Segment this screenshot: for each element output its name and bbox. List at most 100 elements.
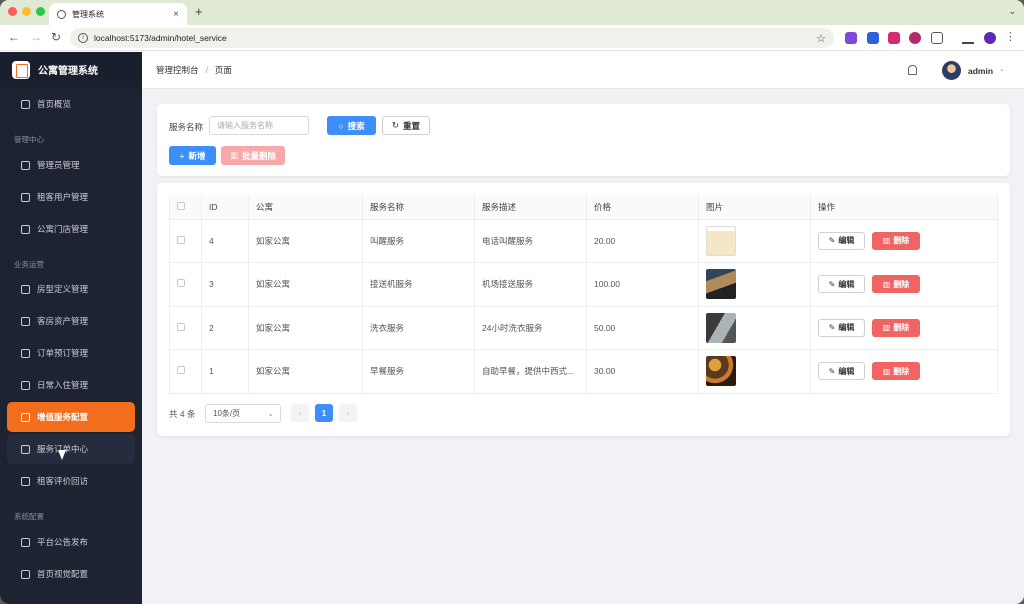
breadcrumb-current: 页面 xyxy=(214,65,232,75)
row-checkbox-cell[interactable] xyxy=(169,306,202,350)
profile-avatar[interactable] xyxy=(984,32,996,44)
site-info-icon[interactable]: i xyxy=(78,33,88,43)
group-admin-center: 管理中心 xyxy=(14,135,44,144)
page-header: 管理控制台 / 页面 admin ⌄ xyxy=(142,52,1024,89)
extension-user-icon[interactable] xyxy=(909,32,921,44)
close-window-button[interactable] xyxy=(8,7,17,16)
sidebar-item-room-type[interactable]: 房型定义管理 xyxy=(7,274,135,304)
bookmark-star-icon[interactable]: ☆ xyxy=(816,32,826,45)
extensions-puzzle-icon[interactable] xyxy=(931,32,943,44)
edit-icon: ✎ xyxy=(828,366,836,376)
row-checkbox[interactable] xyxy=(177,366,185,375)
close-tab-icon[interactable]: × xyxy=(173,9,179,20)
edit-icon: ✎ xyxy=(828,279,836,289)
reset-button[interactable]: ↻ 重置 xyxy=(382,116,430,135)
cell-image xyxy=(698,306,811,350)
notification-bell-icon[interactable] xyxy=(908,65,917,75)
row-checkbox-cell[interactable] xyxy=(169,349,202,394)
row-checkbox[interactable] xyxy=(177,235,185,244)
edit-button[interactable]: ✎ 编辑 xyxy=(818,318,865,337)
maximize-window-button[interactable] xyxy=(36,7,45,16)
col-description: 服务描述 xyxy=(474,195,587,220)
cell-id: 2 xyxy=(201,306,249,350)
table-row: 3 如家公寓 接送机服务 机场接送服务 100.00 ✎ 编辑 ▥ 删除 xyxy=(169,262,998,307)
downloads-icon[interactable] xyxy=(962,32,974,44)
group-business: 业务运营 xyxy=(14,260,44,269)
sidebar-item-checkin[interactable]: 日常入住管理 xyxy=(7,370,135,400)
prev-page-button[interactable]: ‹ xyxy=(291,404,309,422)
home-icon xyxy=(21,99,30,109)
sidebar-item-value-service[interactable]: 增值服务配置 xyxy=(7,402,135,432)
extension-download-icon[interactable] xyxy=(888,32,900,44)
search-button[interactable]: ○ 搜索 xyxy=(327,116,376,135)
username[interactable]: admin xyxy=(968,66,993,76)
add-button[interactable]: + 新增 xyxy=(169,146,216,165)
row-checkbox[interactable] xyxy=(177,279,185,288)
sidebar-item-order-booking[interactable]: 订单预订管理 xyxy=(7,338,135,368)
back-icon[interactable]: ← xyxy=(8,30,20,44)
extension-scissors-icon[interactable] xyxy=(845,32,857,44)
cell-image xyxy=(698,349,811,394)
service-thumbnail[interactable] xyxy=(706,225,736,256)
service-name-label: 服务名称 xyxy=(169,122,204,132)
cell-service-name: 早餐服务 xyxy=(362,349,475,394)
page-size-select[interactable]: 10条/页 ⌄ xyxy=(205,404,281,423)
service-thumbnail[interactable] xyxy=(706,312,736,343)
col-service-name: 服务名称 xyxy=(362,195,475,220)
chevron-down-icon[interactable]: ⌄ xyxy=(999,65,1005,73)
cell-apartment: 如家公寓 xyxy=(248,306,363,350)
chevron-down-icon[interactable]: ⌄ xyxy=(1008,6,1016,17)
cell-id: 1 xyxy=(201,349,249,394)
row-checkbox[interactable] xyxy=(177,322,185,331)
reload-icon[interactable]: ↻ xyxy=(51,30,61,44)
browser-menu-icon[interactable]: ⋮ xyxy=(1005,30,1016,44)
edit-button[interactable]: ✎ 编辑 xyxy=(818,231,865,250)
select-all-checkbox[interactable] xyxy=(177,201,185,210)
breadcrumb-root[interactable]: 管理控制台 xyxy=(156,64,199,76)
sidebar-item-home[interactable]: 首页概览 xyxy=(7,89,135,119)
document-icon xyxy=(21,284,30,294)
service-thumbnail[interactable] xyxy=(706,356,736,387)
sidebar: 公寓管理系统 首页概览 管理中心 管理员管理 租客用户管理 公寓门店管理 业务运… xyxy=(0,52,142,604)
user-avatar[interactable] xyxy=(942,61,961,80)
forward-icon[interactable]: → xyxy=(30,30,42,44)
sidebar-item-home-visual[interactable]: 首页视觉配置 xyxy=(7,559,135,589)
cell-description: 电话叫醒服务 xyxy=(474,219,587,263)
address-bar[interactable]: i localhost:5173/admin/hotel_service ☆ xyxy=(70,28,834,48)
trash-icon: ▥ xyxy=(229,150,238,160)
sidebar-item-service-order[interactable]: 服务订单中心 xyxy=(7,434,135,464)
delete-button[interactable]: ▥ 删除 xyxy=(872,275,920,294)
edit-button[interactable]: ✎ 编辑 xyxy=(818,362,865,381)
office-building-icon xyxy=(21,224,30,234)
row-checkbox-cell[interactable] xyxy=(169,262,202,307)
service-thumbnail[interactable] xyxy=(706,269,736,300)
next-page-button[interactable]: › xyxy=(339,404,357,422)
page-1-button[interactable]: 1 xyxy=(315,404,333,422)
main-area: 管理控制台 / 页面 admin ⌄ 服务名称 请输入服务名称 ○ 搜索 ↻ 重置 … xyxy=(142,52,1024,604)
service-name-input[interactable]: 请输入服务名称 xyxy=(209,116,309,135)
batch-delete-button[interactable]: ▥ 批量删除 xyxy=(221,146,285,165)
sidebar-item-admin[interactable]: 管理员管理 xyxy=(7,150,135,180)
trash-icon: ▥ xyxy=(882,279,891,289)
cell-image xyxy=(698,262,811,307)
browser-tab[interactable]: 管理系统 × xyxy=(49,3,187,25)
minimize-window-button[interactable] xyxy=(22,7,31,16)
sidebar-item-notice[interactable]: 平台公告发布 xyxy=(7,527,135,557)
extension-cut-icon[interactable] xyxy=(867,32,879,44)
delete-button[interactable]: ▥ 删除 xyxy=(872,231,920,250)
delete-button[interactable]: ▥ 删除 xyxy=(872,362,920,381)
row-checkbox-cell[interactable] xyxy=(169,219,202,263)
sidebar-item-tenant[interactable]: 租客用户管理 xyxy=(7,182,135,212)
edit-button[interactable]: ✎ 编辑 xyxy=(818,275,865,294)
header-select-all[interactable] xyxy=(169,195,202,220)
delete-button[interactable]: ▥ 删除 xyxy=(872,318,920,337)
user-icon xyxy=(21,160,30,170)
new-tab-icon[interactable]: + xyxy=(195,4,203,19)
cell-actions: ✎ 编辑 ▥ 删除 xyxy=(810,349,998,394)
image-icon xyxy=(21,569,30,579)
sidebar-item-review[interactable]: 租客评价回访 xyxy=(7,466,135,496)
search-icon: ○ xyxy=(338,120,344,131)
sidebar-item-store[interactable]: 公寓门店管理 xyxy=(7,214,135,244)
sidebar-item-room-asset[interactable]: 客房资产管理 xyxy=(7,306,135,336)
edit-icon: ✎ xyxy=(828,236,836,246)
